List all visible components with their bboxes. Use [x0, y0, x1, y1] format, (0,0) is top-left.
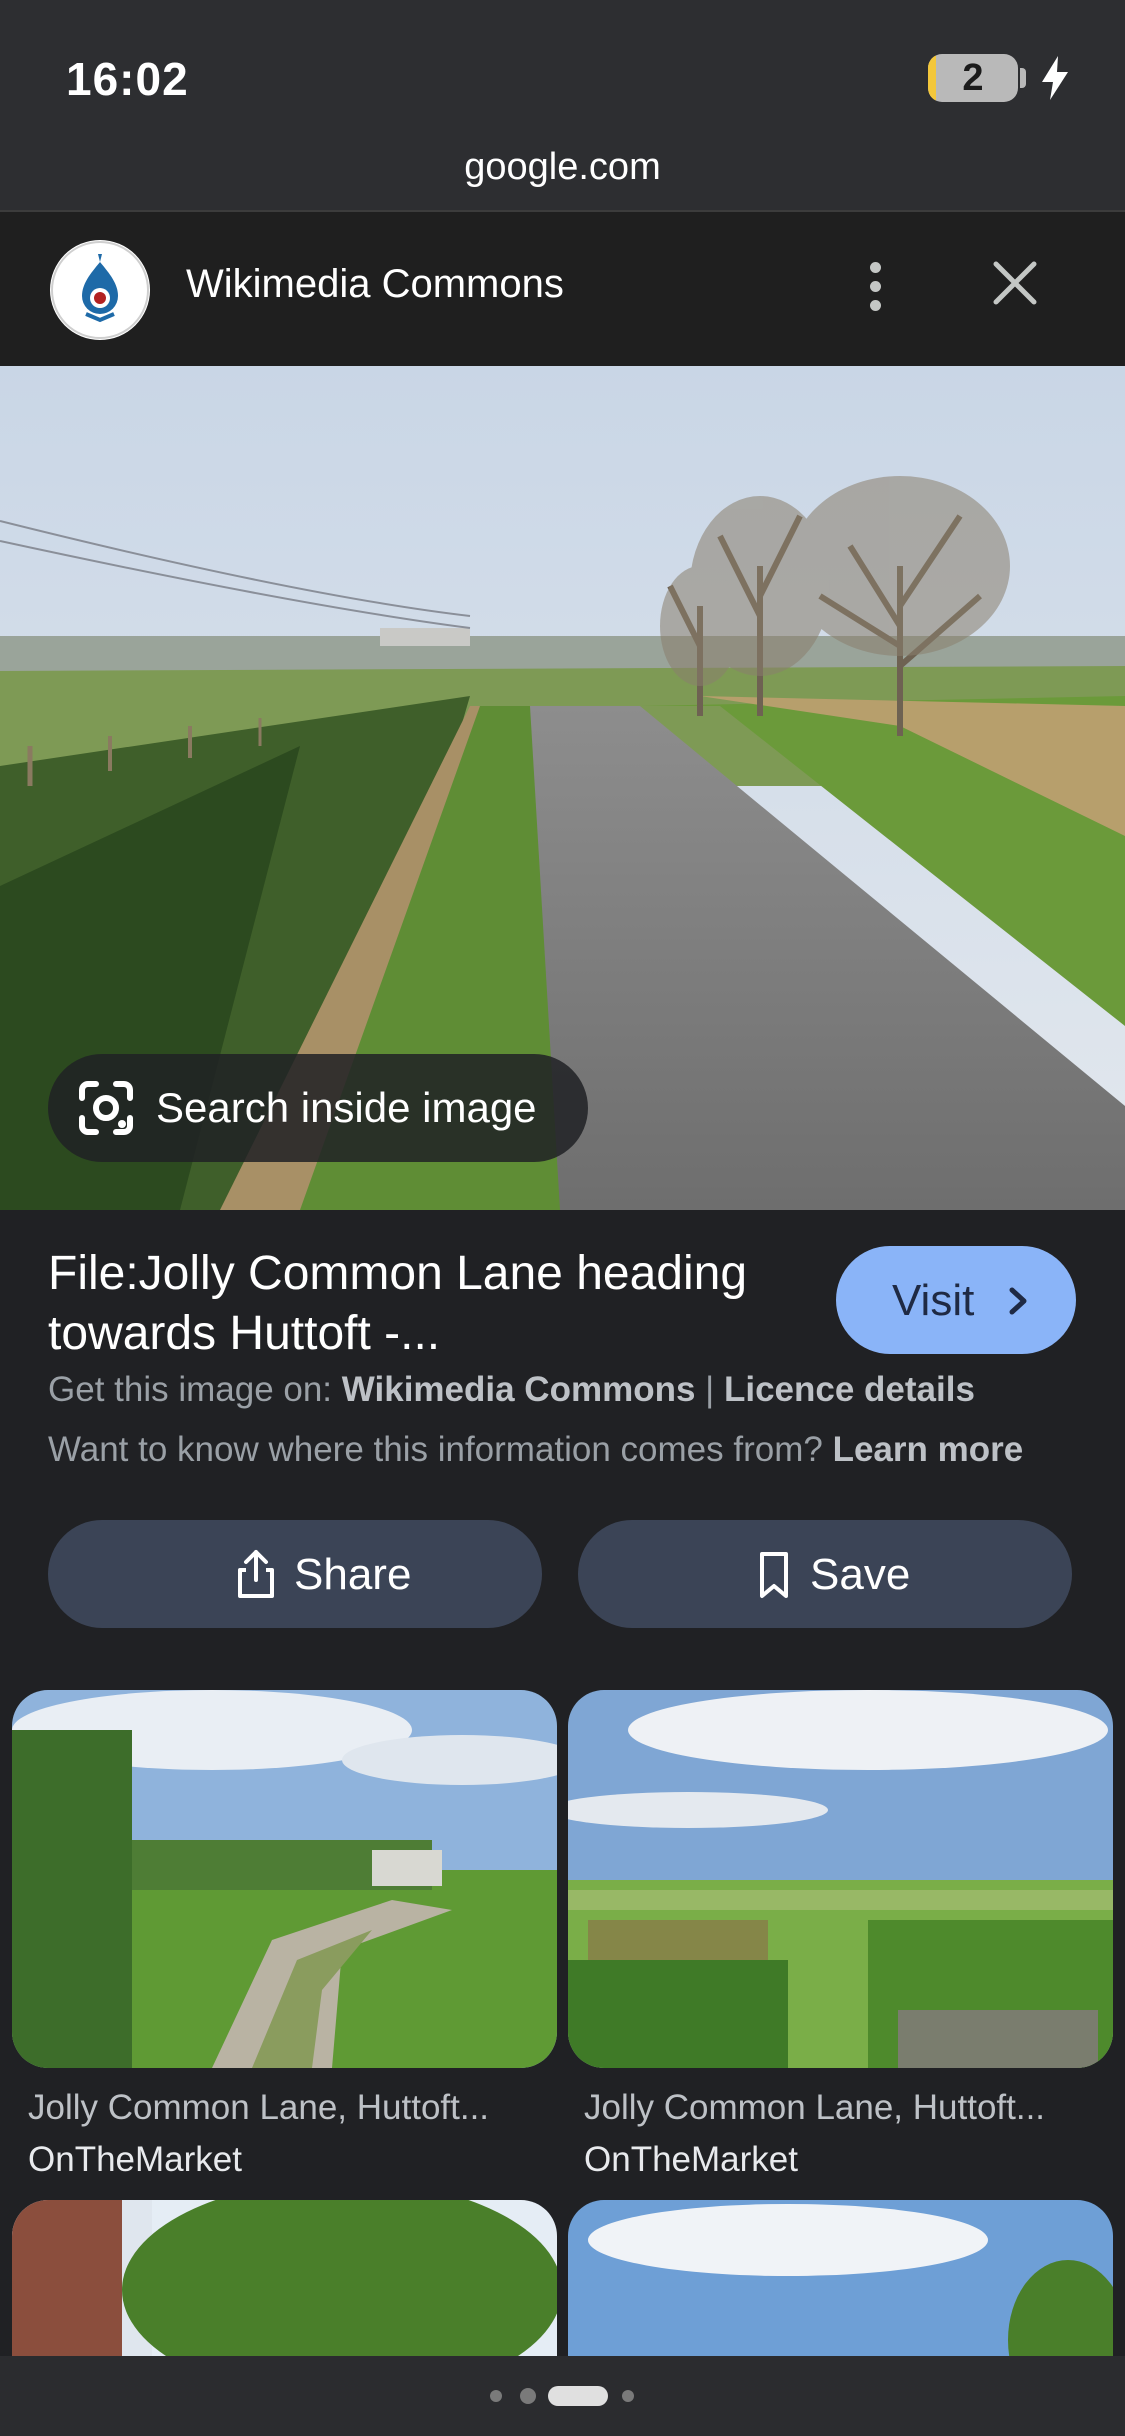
related-result-card[interactable] [12, 2200, 557, 2380]
get-image-prefix: Get this image on: [48, 1370, 333, 1409]
battery-level: 2 [962, 57, 984, 99]
search-inside-image-button[interactable]: Search inside image [48, 1054, 588, 1162]
result-title[interactable]: File:Jolly Common Lane heading towards H… [48, 1244, 828, 1364]
share-button[interactable]: Share [48, 1520, 542, 1628]
source-header: Wikimedia Commons [0, 210, 1125, 366]
related-result-card[interactable] [568, 2200, 1113, 2380]
chevron-right-icon [1009, 1287, 1027, 1315]
save-label: Save [810, 1550, 911, 1599]
bookmark-icon [760, 1552, 788, 1598]
status-time: 16:02 [66, 53, 189, 105]
related-thumbnail[interactable] [568, 1690, 1113, 2068]
page-dot [520, 2388, 536, 2404]
related-thumbnail[interactable] [12, 2200, 557, 2380]
bottom-bar [0, 2356, 1125, 2436]
address-bar[interactable]: google.com [0, 140, 1125, 210]
google-lens-icon [79, 1081, 133, 1135]
related-source: OnTheMarket [584, 2140, 798, 2179]
source-title[interactable]: Wikimedia Commons [186, 262, 564, 307]
wikimedia-commons-logo-icon[interactable] [50, 240, 150, 340]
related-source: OnTheMarket [28, 2140, 242, 2179]
separator: | [705, 1370, 715, 1409]
related-caption: Jolly Common Lane, Huttoft... [584, 2088, 1046, 2127]
search-inside-image-label: Search inside image [156, 1084, 537, 1131]
save-button[interactable]: Save [578, 1520, 1072, 1628]
related-result-card[interactable]: Jolly Common Lane, Huttoft... OnTheMarke… [12, 1690, 557, 2180]
status-bar: 16:02 2 [0, 0, 1125, 140]
charging-bolt-icon [1042, 56, 1068, 100]
page-dot-active [548, 2386, 608, 2406]
url-text[interactable]: google.com [0, 146, 1125, 189]
result-info: File:Jolly Common Lane heading towards H… [0, 1210, 1125, 1520]
related-result-card[interactable]: Jolly Common Lane, Huttoft... OnTheMarke… [568, 1690, 1113, 2180]
more-options-icon[interactable] [860, 254, 890, 324]
related-caption: Jolly Common Lane, Huttoft... [28, 2088, 490, 2127]
battery-tip [1020, 68, 1026, 88]
page-dot [622, 2390, 634, 2402]
action-buttons: Share Save [0, 1520, 1125, 1670]
close-icon[interactable] [990, 258, 1040, 308]
info-source-line: Want to know where this information come… [48, 1430, 1023, 1470]
licence-details-link[interactable]: Licence details [724, 1370, 975, 1409]
related-thumbnail[interactable] [568, 2200, 1113, 2380]
page-dot [490, 2390, 502, 2402]
info-question: Want to know where this information come… [48, 1430, 823, 1469]
share-icon [238, 1550, 274, 1598]
get-image-line: Get this image on: Wikimedia Commons | L… [48, 1370, 975, 1410]
hero-image[interactable]: Search inside image [0, 366, 1125, 1210]
get-image-source-link[interactable]: Wikimedia Commons [342, 1370, 696, 1409]
visit-label: Visit [892, 1276, 975, 1325]
visit-button[interactable]: Visit [836, 1246, 1076, 1354]
share-label: Share [294, 1550, 412, 1599]
learn-more-link[interactable]: Learn more [833, 1430, 1024, 1469]
battery-icon: 2 [928, 54, 1018, 102]
related-thumbnail[interactable] [12, 1690, 557, 2068]
